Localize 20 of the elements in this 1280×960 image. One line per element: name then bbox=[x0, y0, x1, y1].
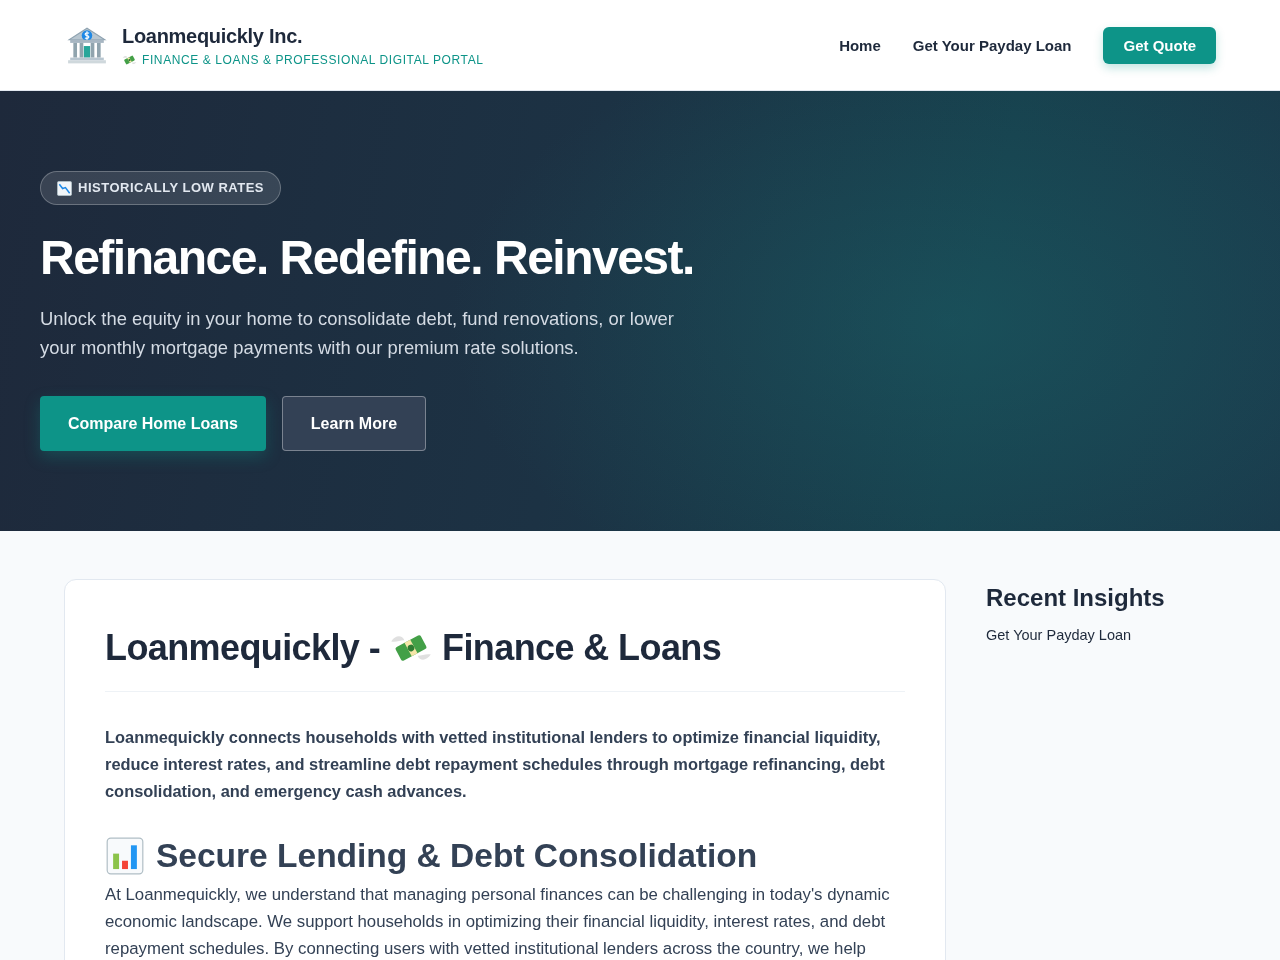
section-paragraph: At Loanmequickly, we understand that managing personal finances can be challenging in today's dynamic economic landscape. We support households in optimizing their financial liquidity, interest rates, and debt repayment schedules. By connecting users with vetted institutional lenders across the country, we help bbox=[105, 884, 891, 960]
section-heading: Secure Lending & Debt Consolidation bbox=[156, 837, 758, 875]
lead-paragraph: Loanmequickly connects households with vetted institutional lenders to optimize financial liquidity, reduce interest rates, and streamline debt repayment schedules through mortgage refinancing, debt consolidation, and emergency cash advances. bbox=[105, 727, 886, 802]
compare-loans-button[interactable]: Compare Home Loans bbox=[40, 396, 266, 451]
rates-badge: HISTORICALLY LOW RATES bbox=[40, 171, 282, 205]
hero-title: Refinance. Redefine. Reinvest. bbox=[40, 230, 694, 286]
sidebar-link[interactable]: Get Your Payday Loan bbox=[986, 626, 1132, 644]
hero-text: Unlock the equity in your home to consolidate debt, fund renovations, or lower your monthly mortgage payments with our premium rate solutions. bbox=[40, 307, 675, 360]
brand-tagline: FINANCE & LOANS & PROFESSIONAL DIGITAL PORTAL bbox=[142, 52, 484, 68]
chart-decreasing-icon bbox=[57, 180, 72, 196]
brand-name: Loanmequickly Inc. bbox=[122, 24, 304, 48]
money-with-wings-icon bbox=[122, 54, 137, 66]
bar-chart-icon bbox=[105, 837, 145, 875]
nav-link[interactable]: Get Your Payday Loan bbox=[912, 36, 1072, 54]
get-quote-button[interactable]: Get Quote bbox=[1103, 26, 1216, 64]
article-title: Loanmequickly - bbox=[105, 626, 381, 669]
article-title: Finance & Loans bbox=[442, 626, 722, 669]
learn-more-button[interactable]: Learn More bbox=[281, 396, 427, 451]
sidebar-title: Recent Insights bbox=[986, 583, 1165, 612]
nav-link[interactable]: Home bbox=[839, 36, 881, 54]
